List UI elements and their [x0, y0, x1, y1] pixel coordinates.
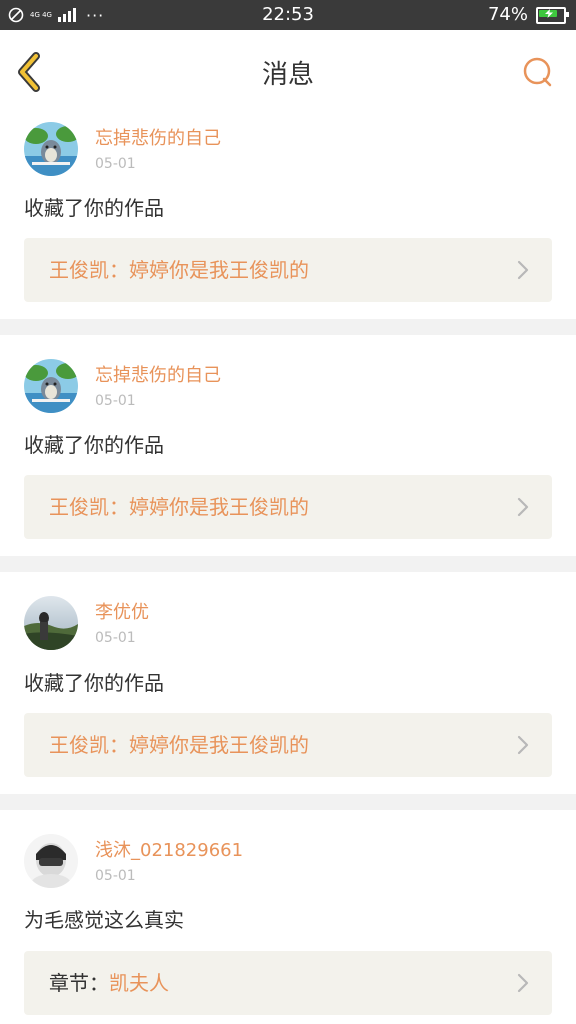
status-right: 74% [487, 4, 569, 26]
avatar[interactable] [24, 596, 78, 650]
quote-text: 王俊凯：婷婷你是我王俊凯的 [49, 495, 309, 519]
masked-person-avatar-icon [24, 834, 78, 888]
message-card: 忘掉悲伤的自己 05-01 收藏了你的作品 王俊凯：婷婷你是我王俊凯的 [0, 335, 576, 556]
search-button[interactable] [522, 56, 554, 88]
work-title: 王俊凯：婷婷你是我王俊凯的 [49, 732, 309, 758]
quote-text: 王俊凯：婷婷你是我王俊凯的 [49, 733, 309, 757]
charging-bolt-icon [545, 8, 553, 18]
chapter-title: 章节：凯夫人 [49, 970, 169, 996]
quote-prefix: 章节： [49, 971, 109, 995]
chapter-link[interactable]: 章节：凯夫人 [24, 951, 552, 1015]
totoro-avatar-icon [24, 122, 78, 176]
search-icon [523, 57, 552, 87]
chevron-left-icon [18, 52, 40, 92]
message-card: 李优优 05-01 收藏了你的作品 王俊凯：婷婷你是我王俊凯的 [0, 572, 576, 794]
message-date: 05-01 [95, 393, 136, 409]
message-date: 05-01 [95, 630, 136, 646]
battery-icon [536, 6, 569, 24]
username[interactable]: 忘掉悲伤的自己 [95, 128, 221, 150]
username[interactable]: 李优优 [95, 602, 149, 624]
avatar[interactable] [24, 834, 78, 888]
chevron-right-icon [517, 260, 529, 280]
avatar[interactable] [24, 122, 78, 176]
status-bar: 4G 4G ··· 22:53 74% [0, 0, 576, 30]
quote-text: 王俊凯：婷婷你是我王俊凯的 [49, 258, 309, 282]
page-title: 消息 [261, 60, 314, 90]
message-action: 收藏了你的作品 [24, 196, 164, 220]
message-card: 忘掉悲伤的自己 05-01 收藏了你的作品 王俊凯：婷婷你是我王俊凯的 [0, 108, 576, 319]
work-link[interactable]: 王俊凯：婷婷你是我王俊凯的 [24, 713, 552, 777]
avatar[interactable] [24, 359, 78, 413]
app-header: 消息 [0, 30, 576, 109]
totoro-avatar-icon [24, 359, 78, 413]
message-action: 收藏了你的作品 [24, 433, 164, 457]
quote-text: 凯夫人 [109, 971, 169, 995]
work-title: 王俊凯：婷婷你是我王俊凯的 [49, 494, 309, 520]
message-date: 05-01 [95, 156, 136, 172]
message-card: 浅沐_021829661 05-01 为毛感觉这么真实 章节：凯夫人 [0, 810, 576, 1024]
landscape-avatar-icon [24, 596, 78, 650]
username[interactable]: 忘掉悲伤的自己 [95, 365, 221, 387]
work-link[interactable]: 王俊凯：婷婷你是我王俊凯的 [24, 238, 552, 302]
message-action: 为毛感觉这么真实 [24, 908, 184, 932]
message-action: 收藏了你的作品 [24, 671, 164, 695]
username[interactable]: 浅沐_021829661 [95, 840, 243, 862]
message-date: 05-01 [95, 868, 136, 884]
battery-percent: 74% [487, 4, 528, 25]
chevron-right-icon [517, 973, 529, 993]
back-button[interactable] [14, 52, 46, 92]
work-title: 王俊凯：婷婷你是我王俊凯的 [49, 257, 309, 283]
chevron-right-icon [517, 735, 529, 755]
chevron-right-icon [517, 497, 529, 517]
work-link[interactable]: 王俊凯：婷婷你是我王俊凯的 [24, 475, 552, 539]
